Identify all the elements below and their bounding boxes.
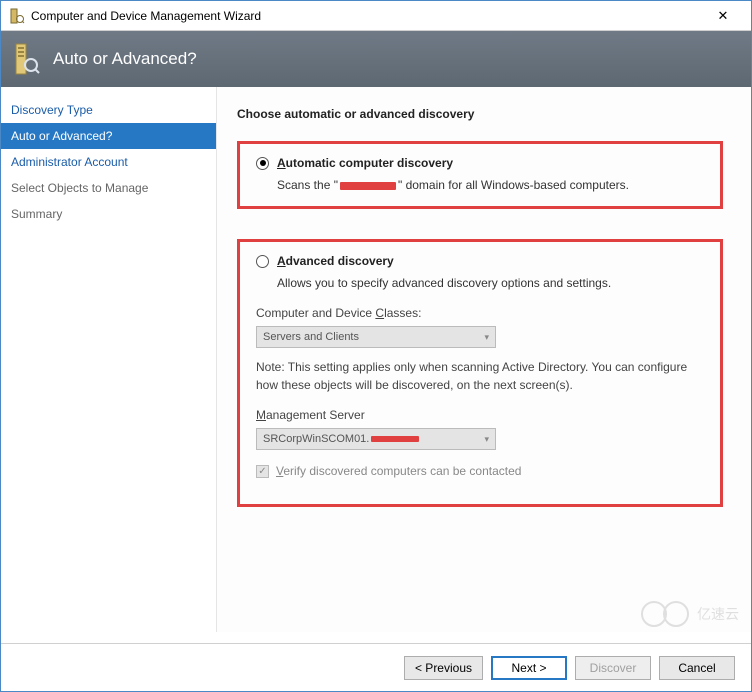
radio-advanced-label: Advanced discovery: [277, 254, 394, 268]
redacted-domain: [340, 182, 396, 190]
close-button[interactable]: ✕: [703, 2, 743, 30]
page-title: Auto or Advanced?: [53, 49, 197, 69]
management-server-label: Management Server: [256, 408, 704, 422]
nav-administrator-account[interactable]: Administrator Account: [1, 149, 216, 175]
window-title: Computer and Device Management Wizard: [31, 9, 703, 23]
radio-automatic[interactable]: [256, 157, 269, 170]
radio-advanced[interactable]: [256, 255, 269, 268]
content-area: Discovery Type Auto or Advanced? Adminis…: [1, 87, 751, 632]
section-heading: Choose automatic or advanced discovery: [237, 107, 723, 121]
wizard-nav: Discovery Type Auto or Advanced? Adminis…: [1, 87, 217, 632]
wizard-icon: [9, 8, 25, 24]
discover-button: Discover: [575, 656, 651, 680]
verify-checkbox-label: Verify discovered computers can be conta…: [276, 464, 521, 478]
nav-summary: Summary: [1, 201, 216, 227]
radio-automatic-label: Automatic computer discovery: [277, 156, 453, 170]
nav-discovery-type[interactable]: Discovery Type: [1, 97, 216, 123]
verify-checkbox: ✓: [256, 465, 269, 478]
management-server-combo: SRCorpWinSCOM01.▾: [256, 428, 496, 450]
device-classes-combo: Servers and Clients▾: [256, 326, 496, 348]
advanced-discovery-option: Advanced discovery Allows you to specify…: [237, 239, 723, 507]
redacted-server-suffix: [371, 436, 419, 442]
classes-note: Note: This setting applies only when sca…: [256, 358, 704, 394]
automatic-discovery-option: Automatic computer discovery Scans the "…: [237, 141, 723, 209]
nav-auto-or-advanced[interactable]: Auto or Advanced?: [1, 123, 216, 149]
titlebar: Computer and Device Management Wizard ✕: [1, 1, 751, 31]
main-panel: Choose automatic or advanced discovery A…: [217, 87, 751, 632]
automatic-description: Scans the "" domain for all Windows-base…: [277, 176, 704, 194]
watermark: 亿速云: [641, 599, 739, 629]
cancel-button[interactable]: Cancel: [659, 656, 735, 680]
advanced-description: Allows you to specify advanced discovery…: [277, 274, 704, 292]
chevron-down-icon: ▾: [484, 434, 489, 445]
device-classes-label: Computer and Device Classes:: [256, 306, 704, 320]
wizard-header-icon: [13, 41, 41, 77]
wizard-footer: < Previous Next > Discover Cancel: [1, 643, 751, 691]
wizard-header: Auto or Advanced?: [1, 31, 751, 87]
chevron-down-icon: ▾: [484, 332, 489, 343]
previous-button[interactable]: < Previous: [404, 656, 483, 680]
next-button[interactable]: Next >: [491, 656, 567, 680]
nav-select-objects: Select Objects to Manage: [1, 175, 216, 201]
